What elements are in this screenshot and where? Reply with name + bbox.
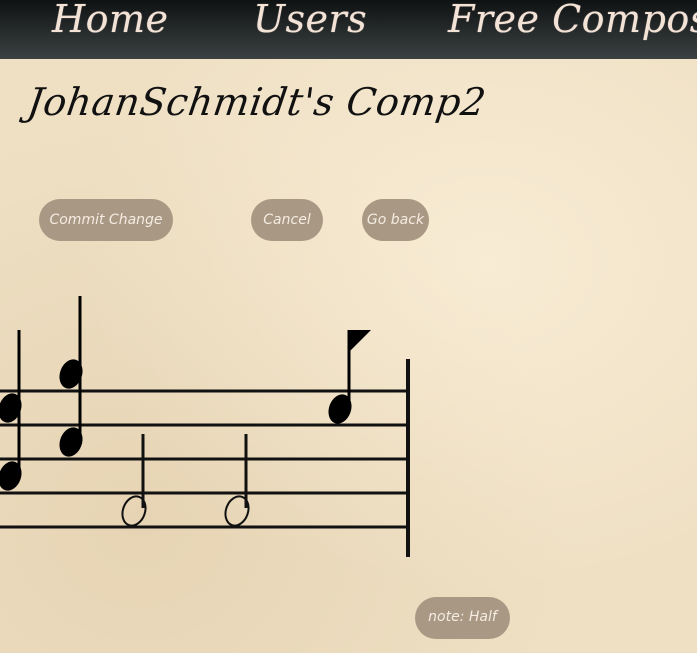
half-note[interactable] [222, 434, 253, 529]
half-note[interactable] [119, 434, 150, 529]
music-staff[interactable] [0, 0, 697, 653]
eighth-note[interactable] [325, 330, 371, 427]
note-type-selector[interactable]: note: Half [415, 597, 510, 639]
note-flag [349, 330, 371, 352]
quarter-note-chord[interactable] [56, 296, 87, 460]
quarter-note-chord[interactable] [0, 330, 25, 494]
